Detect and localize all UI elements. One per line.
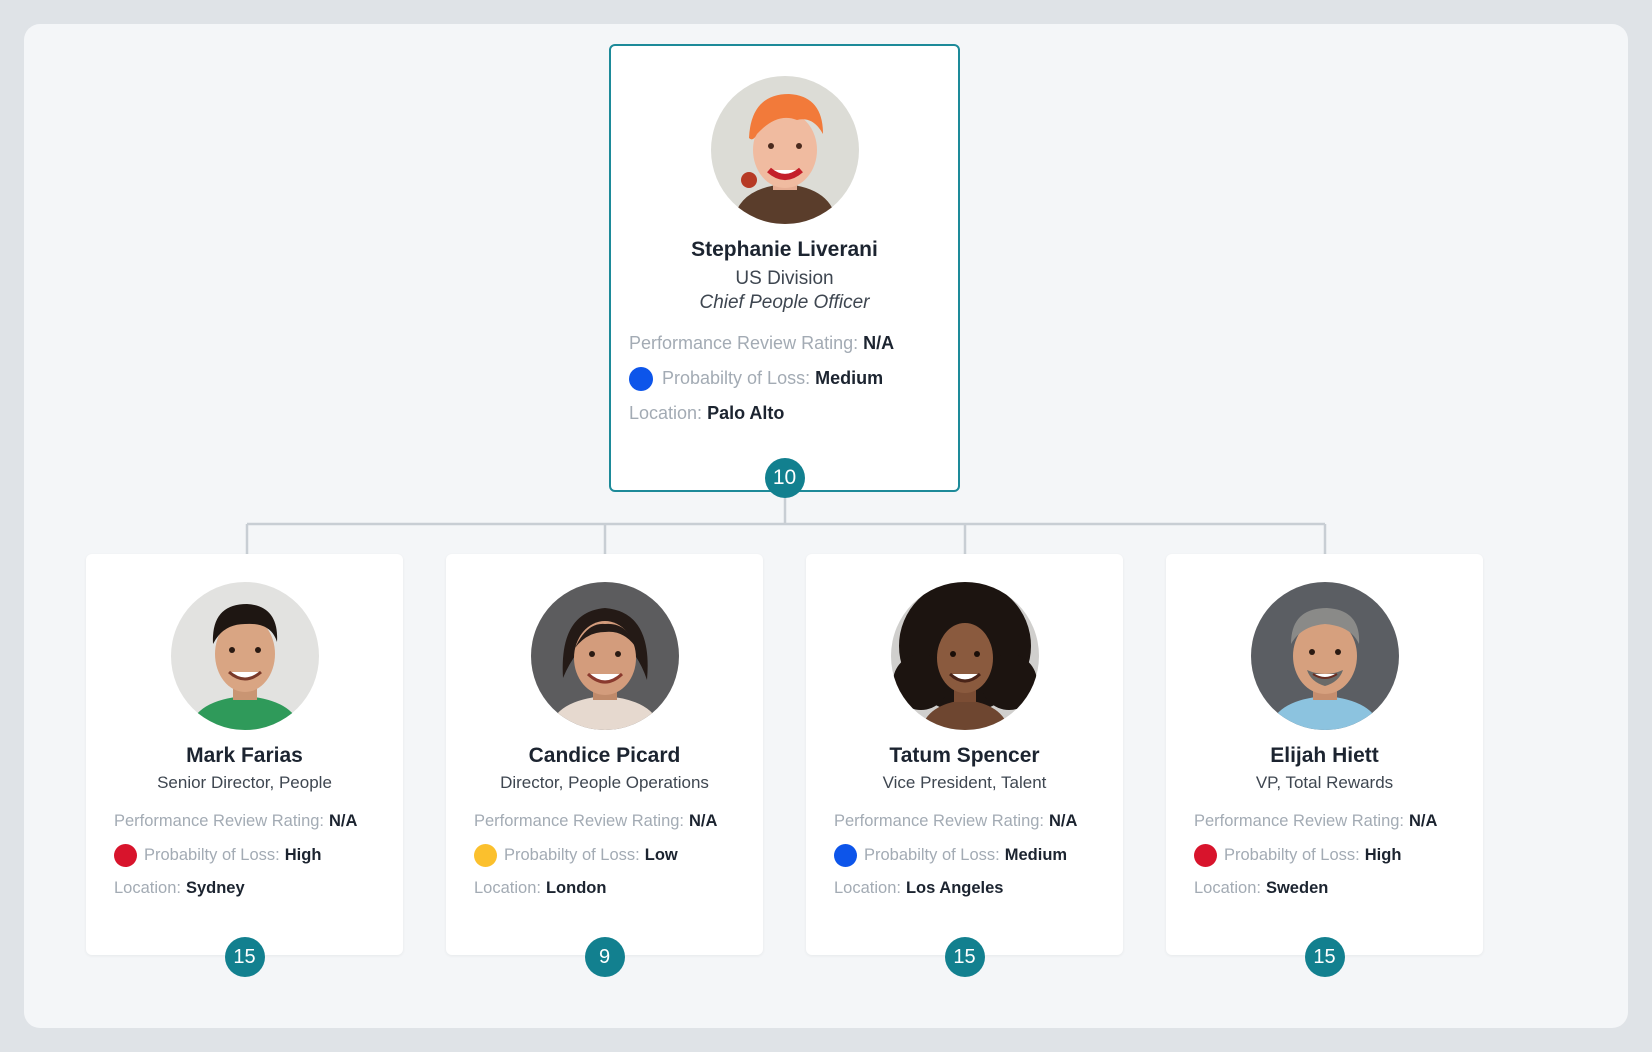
location-label: Location: bbox=[114, 879, 181, 898]
employee-details: Performance Review Rating: N/A Probabilt… bbox=[1194, 805, 1437, 906]
employee-title: Vice President, Talent bbox=[882, 773, 1047, 792]
direct-reports-badge[interactable]: 15 bbox=[1304, 937, 1345, 977]
loss-row: Probabilty of Loss: Medium bbox=[629, 361, 894, 396]
loss-label: Probabilty of Loss: bbox=[1224, 845, 1360, 864]
direct-reports-badge[interactable]: 10 bbox=[764, 458, 805, 498]
loss-row: Probabilty of Loss: High bbox=[114, 839, 357, 873]
loss-status-dot bbox=[629, 366, 653, 391]
avatar bbox=[530, 582, 679, 730]
employee-details: Performance Review Rating: N/A Probabilt… bbox=[834, 805, 1077, 906]
employee-card[interactable]: Elijah Hiett VP, Total Rewards Performan… bbox=[1166, 554, 1483, 977]
employee-card-root[interactable]: Stephanie Liverani US Division Chief Peo… bbox=[609, 44, 960, 498]
rating-row: Performance Review Rating: N/A bbox=[629, 326, 894, 361]
location-value: Sweden bbox=[1265, 879, 1329, 898]
loss-value: Medium bbox=[1004, 845, 1068, 864]
location-value: Palo Alto bbox=[707, 403, 785, 423]
rating-value: N/A bbox=[689, 812, 718, 831]
employee-role: Chief People Officer bbox=[699, 292, 870, 313]
location-label: Location: bbox=[834, 879, 901, 898]
loss-row: Probabilty of Loss: Low bbox=[474, 839, 717, 873]
rating-value: N/A bbox=[1049, 812, 1078, 831]
loss-status-dot bbox=[474, 843, 497, 867]
location-label: Location: bbox=[1194, 879, 1261, 898]
employee-name: Mark Farias bbox=[186, 744, 303, 767]
avatar bbox=[710, 76, 859, 224]
location-row: Location: Sydney bbox=[114, 872, 357, 906]
employee-card[interactable]: Mark Farias Senior Director, People Perf… bbox=[86, 554, 403, 977]
direct-reports-badge[interactable]: 15 bbox=[224, 937, 265, 977]
loss-value: High bbox=[284, 845, 322, 864]
rating-value: N/A bbox=[1409, 812, 1438, 831]
org-chart-canvas: Stephanie Liverani US Division Chief Peo… bbox=[24, 24, 1628, 1028]
rating-row: Performance Review Rating: N/A bbox=[1194, 805, 1437, 839]
location-value: Los Angeles bbox=[905, 879, 1004, 898]
loss-value: High bbox=[1364, 845, 1402, 864]
employee-name: Stephanie Liverani bbox=[691, 238, 878, 261]
location-row: Location: Palo Alto bbox=[629, 396, 894, 431]
employee-details: Performance Review Rating: N/A Probabilt… bbox=[629, 326, 894, 431]
location-value: Sydney bbox=[185, 879, 245, 898]
location-label: Location: bbox=[474, 879, 541, 898]
employee-name: Tatum Spencer bbox=[889, 744, 1040, 767]
loss-status-dot bbox=[834, 843, 857, 867]
employee-name: Candice Picard bbox=[528, 744, 681, 767]
rating-label: Performance Review Rating: bbox=[1194, 812, 1405, 831]
rating-value: N/A bbox=[329, 812, 358, 831]
avatar bbox=[1250, 582, 1399, 730]
employee-division: US Division bbox=[735, 268, 834, 289]
loss-row: Probabilty of Loss: High bbox=[1194, 839, 1437, 873]
loss-label: Probabilty of Loss: bbox=[144, 845, 280, 864]
rating-label: Performance Review Rating: bbox=[834, 812, 1045, 831]
employee-details: Performance Review Rating: N/A Probabilt… bbox=[114, 805, 357, 906]
employee-card[interactable]: Tatum Spencer Vice President, Talent Per… bbox=[806, 554, 1123, 977]
employee-card[interactable]: Candice Picard Director, People Operatio… bbox=[446, 554, 763, 977]
rating-label: Performance Review Rating: bbox=[474, 812, 685, 831]
avatar bbox=[890, 582, 1039, 730]
rating-row: Performance Review Rating: N/A bbox=[114, 805, 357, 839]
location-row: Location: Los Angeles bbox=[834, 872, 1077, 906]
location-value: London bbox=[545, 879, 607, 898]
loss-status-dot bbox=[1194, 843, 1217, 867]
direct-reports-badge[interactable]: 15 bbox=[944, 937, 985, 977]
direct-reports-badge[interactable]: 9 bbox=[584, 937, 625, 977]
location-row: Location: London bbox=[474, 872, 717, 906]
employee-title: Director, People Operations bbox=[500, 773, 709, 792]
loss-label: Probabilty of Loss: bbox=[864, 845, 1000, 864]
rating-label: Performance Review Rating: bbox=[114, 812, 325, 831]
employee-title: Senior Director, People bbox=[157, 773, 332, 792]
loss-value: Medium bbox=[815, 368, 884, 388]
employee-details: Performance Review Rating: N/A Probabilt… bbox=[474, 805, 717, 906]
employee-name: Elijah Hiett bbox=[1270, 744, 1379, 767]
rating-row: Performance Review Rating: N/A bbox=[834, 805, 1077, 839]
loss-label: Probabilty of Loss: bbox=[504, 845, 640, 864]
loss-label: Probabilty of Loss: bbox=[662, 368, 811, 388]
location-label: Location: bbox=[629, 403, 703, 423]
rating-label: Performance Review Rating: bbox=[629, 333, 859, 353]
location-row: Location: Sweden bbox=[1194, 872, 1437, 906]
loss-value: Low bbox=[644, 845, 678, 864]
avatar bbox=[170, 582, 319, 730]
loss-row: Probabilty of Loss: Medium bbox=[834, 839, 1077, 873]
employee-title: VP, Total Rewards bbox=[1255, 773, 1394, 792]
rating-value: N/A bbox=[863, 333, 895, 353]
rating-row: Performance Review Rating: N/A bbox=[474, 805, 717, 839]
loss-status-dot bbox=[114, 843, 137, 867]
